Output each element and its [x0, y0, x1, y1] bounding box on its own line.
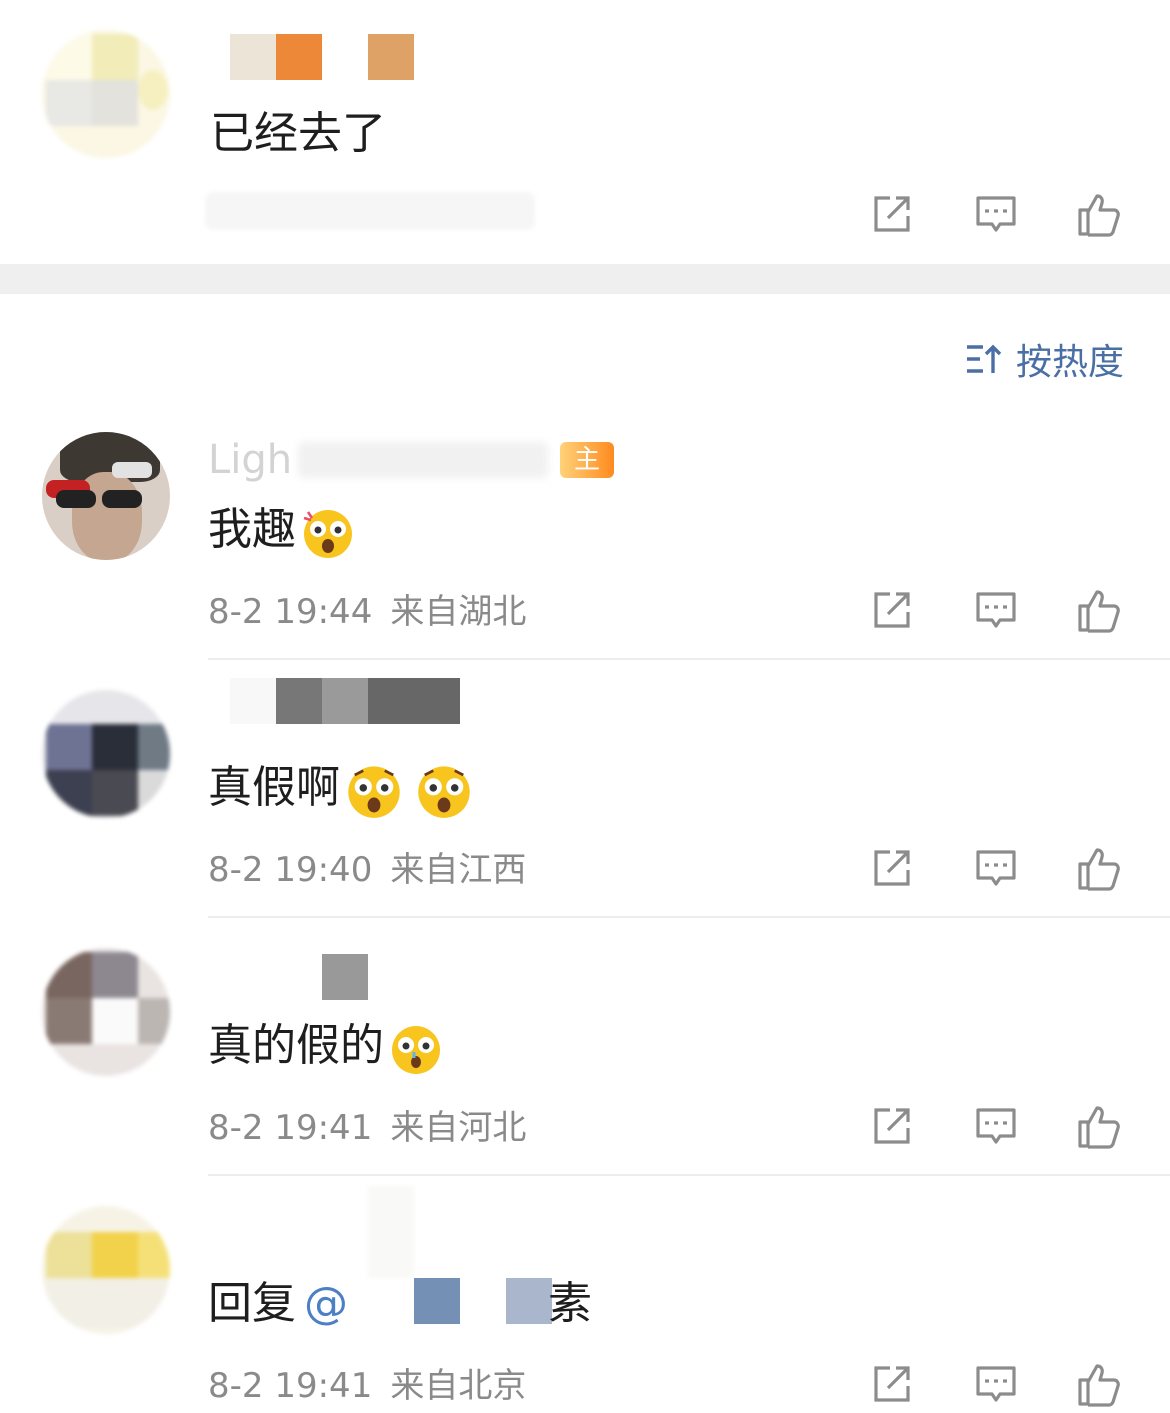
author-badge: 主 [560, 442, 614, 478]
comment-date: 8-2 19:41 [208, 1366, 373, 1406]
comment-date: 8-2 19:44 [208, 592, 373, 632]
comment-meta: 8-2 19:41 来自北京 [208, 1364, 526, 1408]
comment-icon [976, 1366, 1016, 1402]
username-redacted[interactable] [230, 34, 414, 80]
share-icon [874, 1366, 910, 1402]
username-text: Ligh [208, 437, 293, 483]
username-redacted[interactable] [230, 678, 460, 724]
comment-icon [976, 850, 1016, 886]
avatar[interactable] [42, 30, 170, 158]
avatar[interactable] [42, 432, 170, 560]
sort-label: 按热度 [1016, 342, 1125, 383]
surprised-emoji [418, 766, 470, 818]
comment-text: 真假啊 [208, 760, 474, 820]
comment-location: 来自河北 [390, 1108, 527, 1148]
reply-prefix: 回复 [208, 1278, 296, 1329]
share-button[interactable] [868, 1360, 916, 1408]
avatar[interactable] [42, 1206, 170, 1334]
comment-divider [208, 1174, 1170, 1176]
avatar[interactable] [42, 948, 170, 1076]
username-redacted[interactable] [322, 954, 368, 1000]
comment-location: 来自江西 [390, 850, 527, 890]
share-button[interactable] [868, 190, 916, 238]
comment-icon [976, 592, 1016, 628]
shocked-emoji [392, 1026, 440, 1074]
share-icon [874, 196, 910, 232]
comment-text: 回复 @ [208, 1276, 348, 1332]
comment-text-content: 真的假的 [208, 1020, 384, 1071]
comment-text-content: 真假啊 [208, 762, 340, 813]
sort-icon [967, 344, 1002, 373]
comment-icon [976, 1108, 1016, 1144]
username-redacted[interactable] [368, 1186, 414, 1278]
comment-location: 来自北京 [390, 1366, 527, 1406]
sort-by-hot-button[interactable]: 按热度 [964, 336, 1125, 383]
author-badge-label: 主 [573, 445, 600, 475]
section-separator [0, 264, 1170, 294]
like-button[interactable] [1076, 1102, 1124, 1150]
comment-button[interactable] [972, 586, 1020, 634]
surprised-emoji [348, 766, 400, 818]
like-icon [1078, 194, 1120, 237]
comment-text: 我趣 [208, 502, 356, 560]
comment-button[interactable] [972, 844, 1020, 892]
like-button[interactable] [1076, 844, 1124, 892]
comment-text: 真的假的 [208, 1018, 444, 1076]
mention-redacted [506, 1278, 552, 1324]
comment-text-content: 我趣 [208, 504, 296, 555]
comment-divider [208, 916, 1170, 918]
comment-button[interactable] [972, 190, 1020, 238]
surprised-emoji [303, 510, 352, 558]
share-icon [874, 592, 910, 628]
comment-location: 来自湖北 [390, 592, 527, 632]
like-icon [1078, 1364, 1120, 1407]
share-button[interactable] [868, 844, 916, 892]
share-icon [874, 1108, 910, 1144]
mention-link[interactable]: @ [304, 1278, 348, 1329]
share-button[interactable] [868, 1102, 916, 1150]
like-button[interactable] [1076, 190, 1124, 238]
comment-text: 已经去了 [210, 108, 386, 159]
comment-button[interactable] [972, 1102, 1020, 1150]
username[interactable]: Ligh [208, 436, 548, 484]
avatar[interactable] [42, 690, 170, 818]
like-icon [1078, 1106, 1120, 1149]
comment-date: 8-2 19:41 [208, 1108, 373, 1148]
comment-meta-redacted [205, 192, 535, 230]
comment-meta: 8-2 19:41 来自河北 [208, 1106, 526, 1150]
share-icon [874, 850, 910, 886]
comment-date: 8-2 19:40 [208, 850, 373, 890]
comment-divider [208, 658, 1170, 660]
comment-meta: 8-2 19:44 来自湖北 [208, 590, 526, 634]
comment-icon [976, 196, 1016, 232]
like-button[interactable] [1076, 1360, 1124, 1408]
comment-text-suffix: 素 [548, 1278, 592, 1329]
share-button[interactable] [868, 586, 916, 634]
comment-button[interactable] [972, 1360, 1020, 1408]
comment-meta: 8-2 19:40 来自江西 [208, 848, 526, 892]
mention-redacted [414, 1278, 460, 1324]
like-icon [1078, 590, 1120, 633]
like-icon [1078, 848, 1120, 891]
like-button[interactable] [1076, 586, 1124, 634]
